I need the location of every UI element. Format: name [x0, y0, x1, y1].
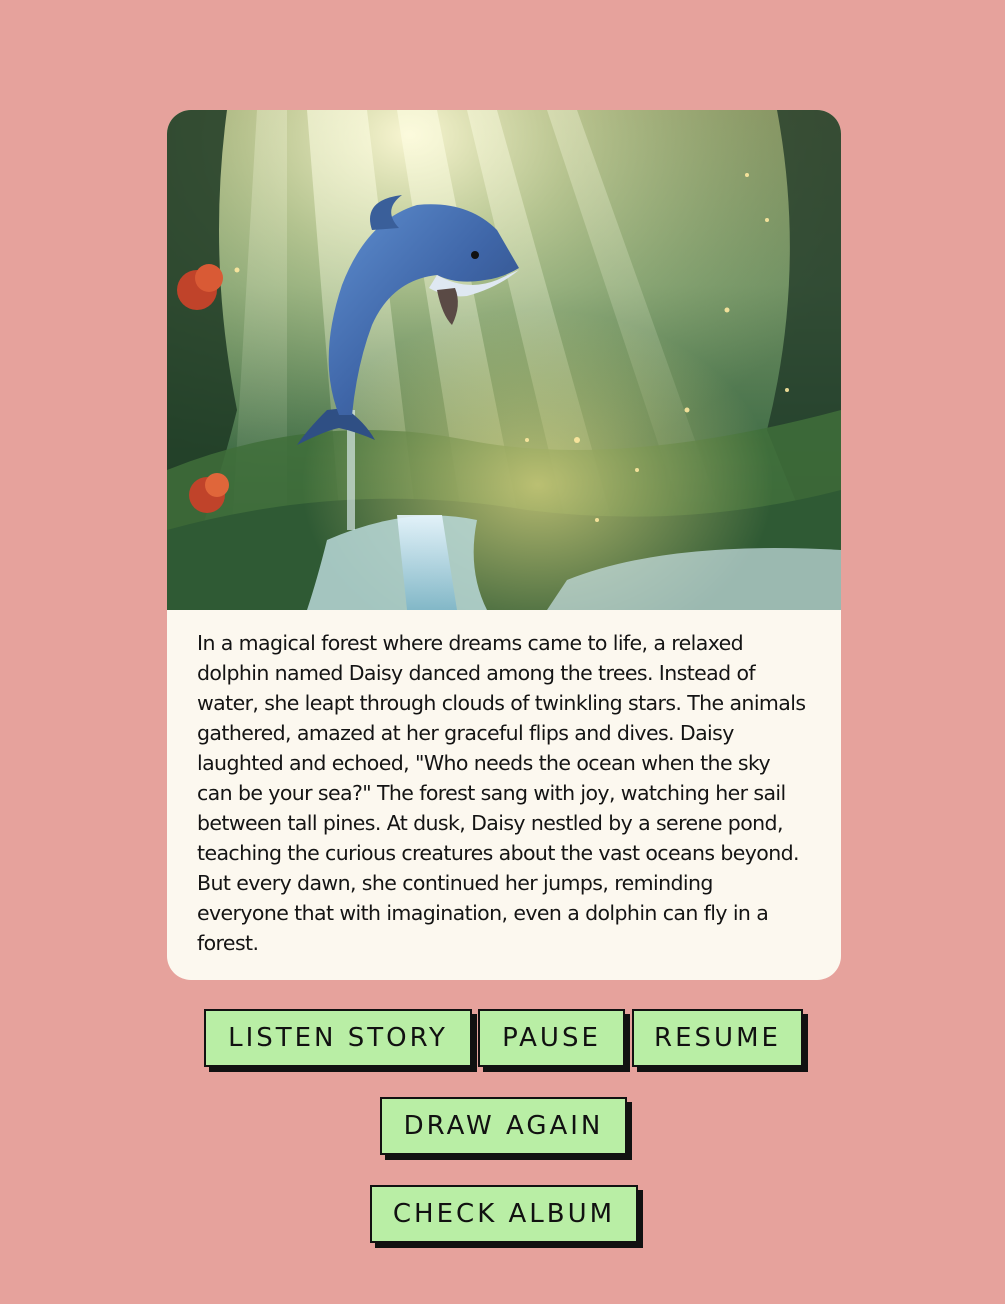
check-album-button[interactable]: CHECK ALBUM: [370, 1185, 638, 1243]
listen-story-label: LISTEN STORY: [228, 1023, 448, 1053]
resume-button[interactable]: RESUME: [632, 1009, 803, 1067]
check-album-label: CHECK ALBUM: [392, 1199, 616, 1229]
draw-again-button[interactable]: DRAW AGAIN: [380, 1097, 627, 1155]
story-text: In a magical forest where dreams came to…: [197, 631, 806, 955]
story-card: In a magical forest where dreams came to…: [167, 110, 841, 980]
pause-label: PAUSE: [502, 1023, 601, 1053]
listen-story-button[interactable]: LISTEN STORY: [204, 1009, 472, 1067]
resume-label: RESUME: [654, 1023, 781, 1053]
pause-button[interactable]: PAUSE: [478, 1009, 625, 1067]
story-illustration: [167, 110, 841, 610]
draw-again-label: DRAW AGAIN: [403, 1111, 604, 1141]
